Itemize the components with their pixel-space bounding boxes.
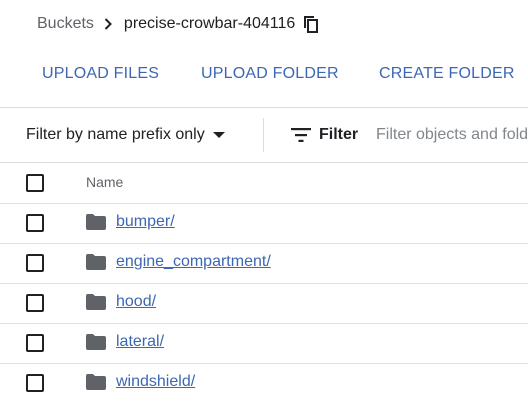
filter-objects-input[interactable] xyxy=(376,122,528,148)
folder-icon xyxy=(86,294,106,310)
copy-icon[interactable] xyxy=(304,15,319,33)
table-row: hood/ xyxy=(0,283,528,323)
folder-link[interactable]: hood/ xyxy=(116,293,156,311)
folder-icon xyxy=(86,374,106,390)
folder-link[interactable]: engine_compartment/ xyxy=(116,253,271,271)
table-row: bumper/ xyxy=(0,203,528,243)
bucket-browser: Buckets precise-crowbar-404116 UPLOAD FI… xyxy=(0,0,528,404)
table-row: windshield/ xyxy=(0,363,528,403)
folder-icon xyxy=(86,254,106,270)
column-header-name[interactable]: Name xyxy=(86,174,123,190)
arrow-drop-down-icon xyxy=(212,131,225,139)
folder-link[interactable]: lateral/ xyxy=(116,333,164,351)
table-row: engine_compartment/ xyxy=(0,243,528,283)
select-all-checkbox[interactable] xyxy=(26,174,44,192)
row-checkbox[interactable] xyxy=(26,374,44,392)
filter-label: Filter xyxy=(291,123,358,147)
row-checkbox[interactable] xyxy=(26,334,44,352)
breadcrumb-bucket-name: precise-crowbar-404116 xyxy=(123,15,296,32)
table-header-row: Name xyxy=(0,163,528,203)
breadcrumb: Buckets precise-crowbar-404116 xyxy=(37,12,319,36)
filter-prefix-dropdown[interactable]: Filter by name prefix only xyxy=(26,123,225,147)
filter-list-icon xyxy=(291,128,311,142)
row-checkbox[interactable] xyxy=(26,214,44,232)
row-checkbox[interactable] xyxy=(26,254,44,272)
filter-divider xyxy=(263,118,264,152)
object-list: bumper/ engine_compartment/ hood/ latera… xyxy=(0,203,528,403)
breadcrumb-buckets-link[interactable]: Buckets xyxy=(37,15,94,33)
filter-label-text: Filter xyxy=(319,126,359,143)
folder-icon xyxy=(86,334,106,350)
create-folder-button[interactable]: CREATE FOLDER xyxy=(379,56,515,92)
filter-bar: Filter by name prefix only Filter xyxy=(0,108,528,162)
chevron-right-icon xyxy=(104,18,112,30)
upload-folder-button[interactable]: UPLOAD FOLDER xyxy=(201,56,339,92)
folder-icon xyxy=(86,214,106,230)
table-row: lateral/ xyxy=(0,323,528,363)
filter-prefix-label: Filter by name prefix only xyxy=(26,126,205,143)
row-checkbox[interactable] xyxy=(26,294,44,312)
upload-files-button[interactable]: UPLOAD FILES xyxy=(42,56,159,92)
folder-link[interactable]: windshield/ xyxy=(116,373,195,391)
folder-link[interactable]: bumper/ xyxy=(116,213,175,231)
